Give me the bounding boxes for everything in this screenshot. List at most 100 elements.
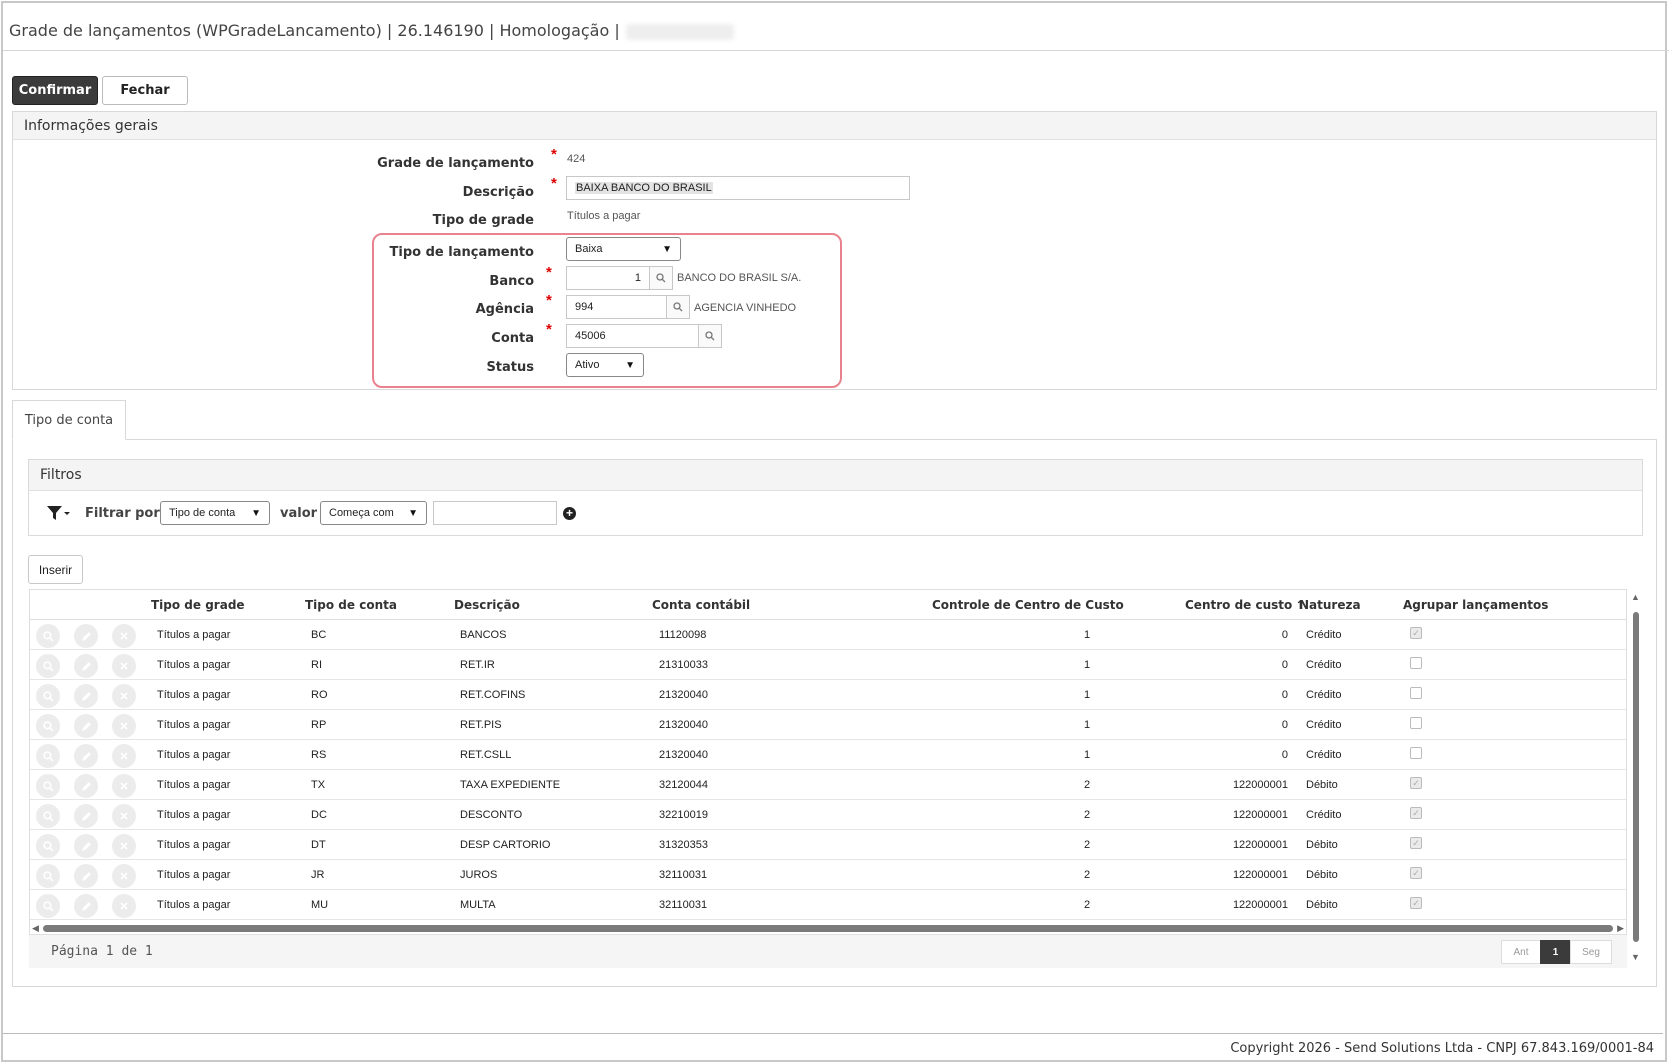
cell-centro-custo: 122000001 (1232, 779, 1288, 791)
edit-icon[interactable] (74, 684, 98, 708)
cell-centro-custo: 122000001 (1232, 899, 1288, 911)
horizontal-scrollbar[interactable]: ◀ ▶ (29, 922, 1627, 934)
view-icon[interactable] (36, 894, 60, 918)
edit-icon[interactable] (74, 894, 98, 918)
column-header-conta-contabil[interactable]: Conta contábil (652, 598, 750, 612)
scroll-left-icon[interactable]: ◀ (32, 923, 39, 934)
filter-icon-button[interactable] (46, 504, 72, 522)
agrupar-checkbox[interactable]: ✓ (1410, 807, 1422, 819)
table-row[interactable]: Títulos a pagar RS RET.CSLL 21320040 1 0 Crédi… (30, 740, 1626, 770)
column-header-tipo-grade[interactable]: Tipo de grade (151, 598, 245, 612)
vertical-scrollbar[interactable]: ▲ ▼ (1631, 592, 1641, 964)
view-icon[interactable] (36, 714, 60, 738)
cell-descricao: TAXA EXPEDIENTE (460, 779, 561, 791)
column-header-controle-centro-custo[interactable]: Controle de Centro de Custo (932, 598, 1124, 612)
agrupar-checkbox[interactable] (1410, 717, 1422, 729)
tab-tipo-de-conta[interactable]: Tipo de conta (12, 400, 126, 440)
conta-input[interactable]: 45006 (566, 324, 699, 348)
search-icon (42, 780, 53, 791)
edit-icon[interactable] (74, 834, 98, 858)
current-page-button[interactable]: 1 (1540, 940, 1571, 964)
scroll-up-icon[interactable]: ▲ (1631, 592, 1640, 602)
table-row[interactable]: Títulos a pagar DT DESP CARTORIO 31320353 2 1… (30, 830, 1626, 860)
view-icon[interactable] (36, 834, 60, 858)
delete-icon[interactable] (112, 624, 136, 648)
table-row[interactable]: Títulos a pagar JR JUROS 32110031 2 122000001… (30, 860, 1626, 890)
descricao-input[interactable]: BAIXA BANCO DO BRASIL (566, 176, 910, 200)
delete-icon[interactable] (112, 744, 136, 768)
edit-icon[interactable] (74, 714, 98, 738)
delete-icon[interactable] (112, 834, 136, 858)
tipo-lancamento-select[interactable]: Baixa ▼ (566, 237, 681, 261)
scroll-down-icon[interactable]: ▼ (1631, 952, 1640, 962)
agrupar-checkbox[interactable] (1410, 657, 1422, 669)
delete-icon[interactable] (112, 684, 136, 708)
table-row[interactable]: Títulos a pagar RO RET.COFINS 21320040 1 0 Cré… (30, 680, 1626, 710)
delete-icon[interactable] (112, 894, 136, 918)
confirm-button[interactable]: Confirmar (12, 76, 98, 105)
table-row[interactable]: Títulos a pagar MU MULTA 32110031 2 122000001… (30, 890, 1626, 920)
column-header-centro-custo[interactable]: Centro de custo ↑ (1185, 598, 1305, 612)
edit-icon[interactable] (74, 624, 98, 648)
prev-page-button[interactable]: Ant (1501, 940, 1541, 964)
agencia-input[interactable]: 994 (566, 295, 667, 319)
view-icon[interactable] (36, 744, 60, 768)
edit-icon[interactable] (74, 774, 98, 798)
cell-conta-contabil: 32210019 (659, 809, 708, 821)
cell-tipo-conta: JR (311, 869, 325, 881)
column-header-natureza[interactable]: Natureza (1299, 598, 1361, 612)
table-row[interactable]: Títulos a pagar BC BANCOS 11120098 1 0 Crédito… (30, 620, 1626, 650)
agrupar-checkbox[interactable]: ✓ (1410, 627, 1422, 639)
delete-icon[interactable] (112, 774, 136, 798)
agrupar-checkbox[interactable] (1410, 687, 1422, 699)
banco-label: Banco (489, 274, 534, 289)
agencia-search-button[interactable] (666, 295, 690, 319)
delete-icon[interactable] (112, 714, 136, 738)
agrupar-checkbox[interactable]: ✓ (1410, 867, 1422, 879)
view-icon[interactable] (36, 684, 60, 708)
agrupar-checkbox[interactable]: ✓ (1410, 837, 1422, 849)
column-header-descricao[interactable]: Descrição (454, 598, 520, 612)
cell-controle: 1 (1084, 629, 1091, 641)
table-row[interactable]: Títulos a pagar RI RET.IR 21310033 1 0 Crédito (30, 650, 1626, 680)
delete-icon[interactable] (112, 864, 136, 888)
column-header-tipo-conta[interactable]: Tipo de conta (305, 598, 397, 612)
filter-field-select[interactable]: Tipo de conta ▼ (160, 501, 270, 525)
view-icon[interactable] (36, 654, 60, 678)
agrupar-checkbox[interactable]: ✓ (1410, 897, 1422, 909)
cell-conta-contabil: 32110031 (659, 869, 708, 881)
edit-icon[interactable] (74, 744, 98, 768)
view-icon[interactable] (36, 624, 60, 648)
vertical-scroll-thumb[interactable] (1633, 612, 1639, 942)
filter-operator-select[interactable]: Começa com ▼ (320, 501, 427, 525)
table-row[interactable]: Títulos a pagar RP RET.PIS 21320040 1 0 Crédit… (30, 710, 1626, 740)
scroll-right-icon[interactable]: ▶ (1617, 923, 1624, 934)
add-filter-button[interactable]: + (563, 507, 576, 520)
view-icon[interactable] (36, 804, 60, 828)
filter-value-input[interactable] (433, 501, 557, 525)
cell-natureza: Débito (1306, 839, 1338, 851)
insert-button[interactable]: Inserir (28, 555, 83, 584)
conta-search-button[interactable] (698, 324, 722, 348)
edit-icon[interactable] (74, 804, 98, 828)
table-row[interactable]: Títulos a pagar DC DESCONTO 32210019 2 122000… (30, 800, 1626, 830)
agrupar-checkbox[interactable]: ✓ (1410, 777, 1422, 789)
view-icon[interactable] (36, 774, 60, 798)
agencia-input-value: 994 (575, 301, 594, 313)
next-page-button[interactable]: Seg (1570, 940, 1612, 964)
column-header-agrupar[interactable]: Agrupar lançamentos (1403, 598, 1548, 612)
view-icon[interactable] (36, 864, 60, 888)
cell-conta-contabil: 31320353 (659, 839, 708, 851)
edit-icon[interactable] (74, 864, 98, 888)
agencia-label: Agência (475, 302, 534, 317)
banco-input[interactable]: 1 (566, 266, 650, 290)
banco-search-button[interactable] (649, 266, 673, 290)
status-select[interactable]: Ativo ▼ (566, 353, 644, 377)
edit-icon[interactable] (74, 654, 98, 678)
delete-icon[interactable] (112, 654, 136, 678)
table-row[interactable]: Títulos a pagar TX TAXA EXPEDIENTE 32120044… (30, 770, 1626, 800)
delete-icon[interactable] (112, 804, 136, 828)
close-button[interactable]: Fechar (102, 76, 188, 105)
agrupar-checkbox[interactable] (1410, 747, 1422, 759)
horizontal-scroll-thumb[interactable] (43, 925, 1613, 932)
